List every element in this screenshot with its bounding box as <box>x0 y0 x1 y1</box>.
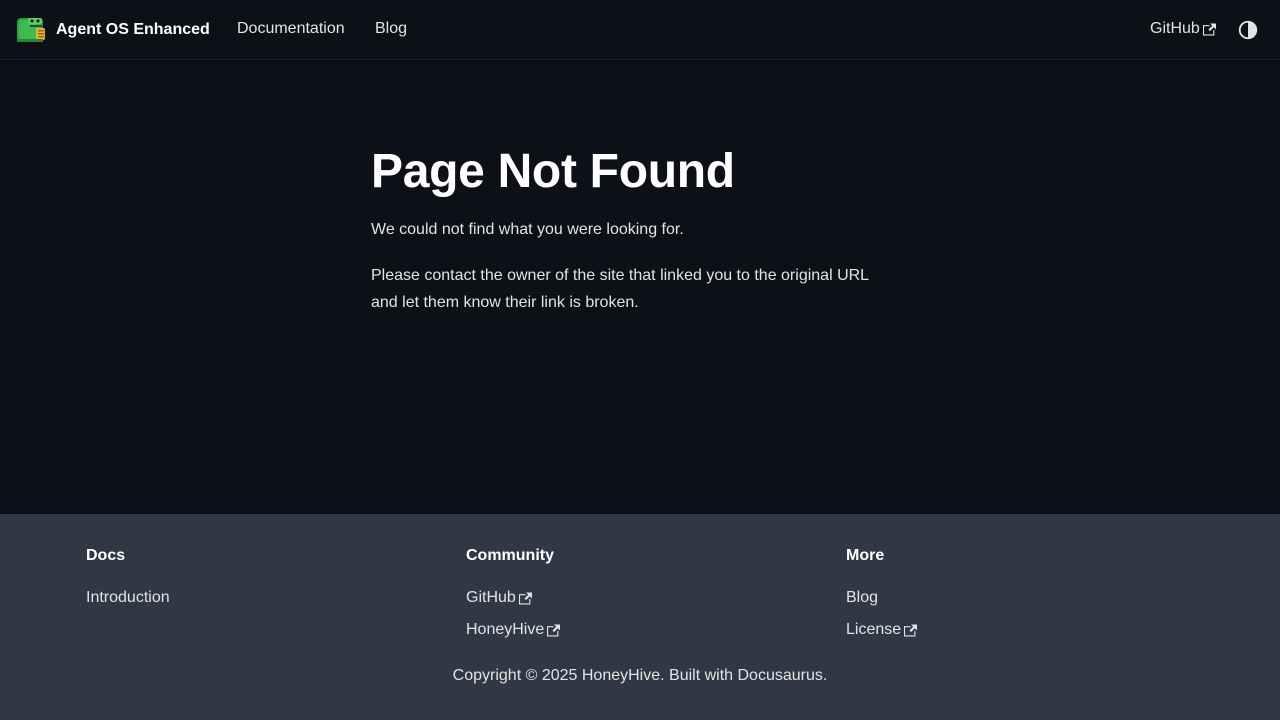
dinosaur-logo-icon <box>17 18 45 42</box>
footer-column-community: Community GitHub HoneyHive <box>466 546 826 652</box>
external-link-icon <box>1202 23 1216 35</box>
half-circle-contrast-icon[interactable] <box>1237 19 1259 41</box>
footer-link-honeyhive[interactable]: HoneyHive <box>466 620 561 640</box>
footer-link-blog[interactable]: Blog <box>846 588 878 608</box>
nav-link-blog[interactable]: Blog <box>375 19 407 39</box>
footer-column-title: Docs <box>86 547 126 564</box>
external-link-icon <box>518 592 532 604</box>
brand-home-link[interactable]: Agent OS Enhanced <box>16 16 210 44</box>
external-link-icon <box>904 624 918 636</box>
footer-column-docs: Docs Introduction <box>86 546 446 620</box>
external-link-icon <box>547 624 561 636</box>
footer-copyright: Copyright © 2025 HoneyHive. Built with D… <box>452 667 828 684</box>
contact-owner-message: Please contact the owner of the site tha… <box>371 267 869 311</box>
footer-column-title: More <box>846 547 885 564</box>
footer-link-label: Introduction <box>86 589 170 606</box>
footer-link-label: Blog <box>846 589 879 606</box>
footer: Docs Introduction Community GitHub Honey… <box>0 514 1280 720</box>
nav-link-github[interactable]: GitHub <box>1150 19 1216 39</box>
main-content: Page Not Found We could not find what yo… <box>371 145 911 316</box>
footer-link-license[interactable]: License <box>846 620 918 640</box>
footer-link-label: License <box>846 621 902 638</box>
nav-link-documentation[interactable]: Documentation <box>237 19 345 39</box>
footer-link-label: GitHub <box>466 589 516 606</box>
footer-link-label: HoneyHive <box>466 621 545 638</box>
footer-link-introduction[interactable]: Introduction <box>86 588 170 608</box>
navbar: Agent OS Enhanced Documentation Blog Git… <box>0 0 1280 60</box>
nav-link-github-label: GitHub <box>1150 20 1200 37</box>
footer-link-github[interactable]: GitHub <box>466 588 532 608</box>
not-found-message: We could not find what you were looking … <box>371 221 684 238</box>
footer-column-more: More Blog License <box>846 546 1206 652</box>
footer-column-title: Community <box>466 547 554 564</box>
page-title: Page Not Found <box>371 145 735 198</box>
brand-title: Agent OS Enhanced <box>56 21 210 38</box>
